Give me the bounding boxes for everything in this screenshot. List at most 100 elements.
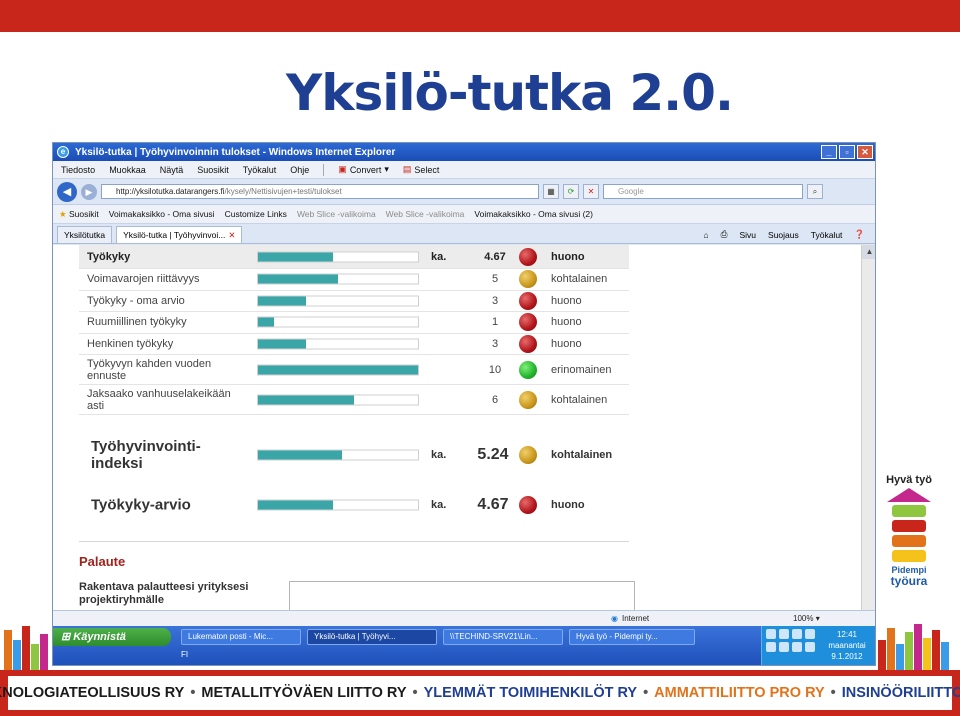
menu-item-help[interactable]: Ohje: [290, 165, 309, 175]
tab-tulokset[interactable]: Yksilö-tutka | Työhyvinvoi... ✕: [116, 226, 243, 243]
page-content: Työkyky ka. 4.67 huono Voimavarojen riit…: [53, 245, 861, 610]
slide-top-bar: [0, 0, 960, 32]
favorite-link-5[interactable]: Voimakaksikko - Oma sivusi (2): [474, 209, 593, 219]
taskbar-item-mail[interactable]: Lukematon posti - Mic...: [181, 629, 301, 645]
clock[interactable]: 12:41 maanantai 9.1.2012: [822, 629, 872, 662]
status-indicator: [519, 390, 537, 409]
row-label: Työkyky: [87, 250, 131, 263]
logo-title: Hyvä työ: [886, 474, 932, 486]
row-label: Ruumiillinen työkyky: [87, 316, 187, 329]
tab-close-icon[interactable]: ✕: [228, 230, 235, 241]
convert-button[interactable]: ▣ Convert ▾: [338, 164, 389, 175]
score-value: 3: [491, 337, 499, 350]
menu-item-view[interactable]: Näytä: [160, 165, 184, 175]
minimize-button[interactable]: _: [821, 145, 837, 159]
tray-icons[interactable]: [766, 629, 815, 652]
favorites-button[interactable]: ★ Suosikit: [59, 209, 99, 220]
select-button[interactable]: ▤ Select: [403, 164, 440, 175]
stop-button[interactable]: ✕: [583, 184, 599, 199]
safety-menu[interactable]: Suojaus: [768, 230, 799, 240]
score-value: 5.24: [477, 446, 509, 463]
footer-separator: •: [412, 685, 418, 701]
score-value: 4.67: [484, 250, 506, 263]
home-icon[interactable]: ⌂: [704, 230, 709, 240]
rating-text: kohtalainen: [551, 393, 608, 406]
zoom-level[interactable]: 100% ▾: [793, 614, 820, 623]
table-row: Voimavarojen riittävyys 5 kohtalainen: [79, 269, 629, 291]
refresh-button[interactable]: ⟳: [563, 184, 579, 199]
feedback-textarea[interactable]: [289, 581, 635, 610]
footer-organizations: TEKNOLOGIATEOLLISUUS RY • METALLITYÖVÄEN L…: [0, 676, 960, 710]
pdf-icon: ▣: [338, 164, 347, 174]
score-value: 4.67: [477, 496, 509, 513]
favorite-link-3[interactable]: Web Slice -valikoima: [297, 209, 376, 219]
feedback-label: Rakentava palautteesi yrityksesi projekt…: [79, 581, 249, 606]
score-value: 10: [488, 363, 502, 376]
back-button[interactable]: ◀: [57, 181, 77, 202]
score-bar: [257, 273, 419, 285]
menu-item-edit[interactable]: Muokkaa: [109, 165, 146, 175]
favorite-link-1[interactable]: Voimakaksikko - Oma sivusi: [109, 209, 215, 219]
security-zone[interactable]: ◉ Internet: [611, 614, 649, 623]
town-decoration-right: [878, 622, 958, 670]
row-label: Voimavarojen riittävyys: [87, 273, 200, 286]
taskbar-item-hyvatyo[interactable]: Hyvä työ - Pidempi ty...: [569, 629, 695, 645]
results-table: Työkyky ka. 4.67 huono Voimavarojen riit…: [79, 245, 629, 415]
slide-title: Yksilö-tutka 2.0.: [286, 64, 734, 122]
url-host: http://yksilotutka.datarangers.fi: [116, 187, 225, 196]
status-indicator: [519, 496, 537, 514]
tab-bar: Yksilötutka Yksilö-tutka | Työhyvinvoi..…: [53, 224, 875, 244]
footer-organization: INSINÖÖRILIITTO RY: [841, 685, 960, 701]
table-header-row: Työkyky ka. 4.67 huono: [79, 245, 629, 269]
score-bar: [257, 499, 419, 511]
tab-yksilotutka[interactable]: Yksilötutka: [57, 226, 113, 243]
favorite-link-2[interactable]: Customize Links: [225, 209, 287, 219]
vertical-scrollbar[interactable]: ▲: [861, 245, 875, 610]
summary-assessment: Työkyky-arvio ka. 4.67 huono: [79, 485, 629, 525]
menu-bar: Tiedosto Muokkaa Näytä Suosikit Työkalut…: [53, 161, 875, 179]
favorite-link-4[interactable]: Web Slice -valikoima: [386, 209, 465, 219]
scroll-up-icon[interactable]: ▲: [862, 245, 875, 259]
status-indicator: [519, 334, 537, 353]
window-title: Yksilö-tutka | Työhyvinvoinnin tulokset …: [75, 146, 396, 158]
search-icon[interactable]: ⌕: [807, 184, 823, 199]
menu-item-file[interactable]: Tiedosto: [61, 165, 95, 175]
menu-item-tools[interactable]: Työkalut: [243, 165, 277, 175]
taskbar-item-folder[interactable]: \\TECHIND-SRV21\Lin...: [443, 629, 563, 645]
start-button[interactable]: ⊞ Käynnistä: [53, 628, 171, 646]
search-input[interactable]: Google: [603, 184, 803, 199]
score-bar: [257, 338, 419, 350]
language-indicator[interactable]: FI: [181, 650, 188, 659]
help-icon[interactable]: ❓: [854, 229, 865, 240]
town-decoration-left: [4, 622, 52, 670]
score-value: 3: [491, 294, 499, 307]
maximize-button[interactable]: ▫: [839, 145, 855, 159]
menu-separator: [323, 163, 325, 176]
table-row: Henkinen työkyky 3 huono: [79, 334, 629, 355]
print-icon[interactable]: ⎙: [721, 229, 728, 240]
forward-button[interactable]: ▶: [81, 183, 97, 200]
rating-text: erinomainen: [551, 363, 612, 376]
row-label: Työkyvyn kahden vuoden ennuste: [87, 357, 212, 382]
url-field[interactable]: http://yksilotutka.datarangers.fi/kysely…: [101, 184, 539, 199]
score-bar: [257, 364, 419, 375]
rating-text: huono: [551, 250, 585, 263]
status-indicator: [519, 360, 537, 379]
table-row: Työkyky - oma arvio 3 huono: [79, 291, 629, 312]
url-path: /kysely/Nettisivujen+testi/tulokset: [224, 187, 342, 196]
rating-text: kohtalainen: [551, 449, 613, 461]
row-label: Henkinen työkyky: [87, 337, 174, 350]
page-menu[interactable]: Sivu: [739, 230, 756, 240]
row-label: Työkyky - oma arvio: [87, 294, 185, 307]
menu-item-favorites[interactable]: Suosikit: [197, 165, 229, 175]
logo-roof: [887, 488, 931, 502]
status-indicator: [519, 270, 537, 289]
windows-logo-icon: ⊞: [61, 631, 71, 643]
compat-view-button[interactable]: ▦: [543, 184, 559, 199]
footer-organization: METALLITYÖVÄEN LIITTO RY: [201, 685, 407, 701]
close-button[interactable]: ✕: [857, 145, 873, 159]
score-value: 5: [491, 273, 499, 286]
status-indicator: [519, 247, 537, 266]
tools-menu[interactable]: Työkalut: [811, 230, 843, 240]
taskbar-item-browser[interactable]: Yksilö-tutka | Työhyvi...: [307, 629, 437, 645]
